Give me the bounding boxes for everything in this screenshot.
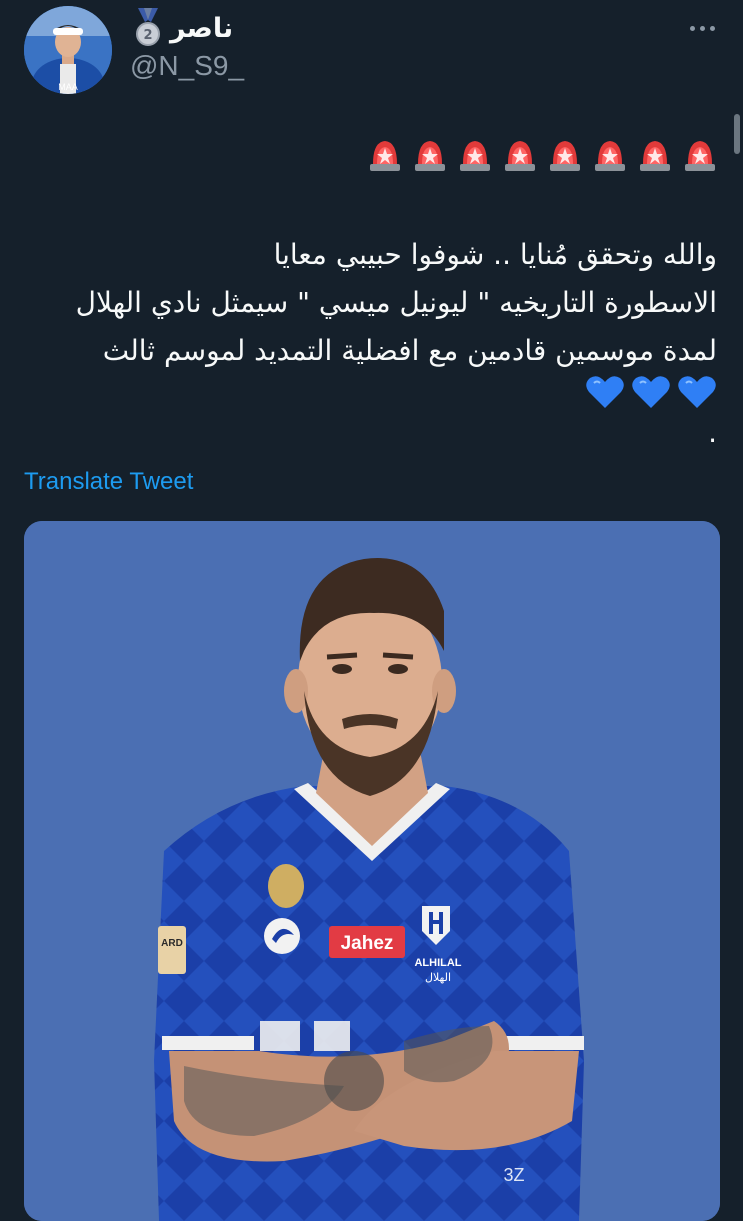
police-car-light-icon [593,134,627,187]
tweet-text: والله وتحقق مُنايا .. شوفوا حبيبي معايا … [17,135,717,449]
tweet: MAA 2 ناصر @N_S9_ والله وتحقق مُنايا .. … [0,0,743,1221]
author-handle[interactable]: @N_S9_ [130,50,244,82]
police-car-light-icon [503,134,537,187]
2nd-place-medal-icon: 2 [136,8,160,46]
tweet-line-3: لمدة موسمين قادمين مع افضلية التمديد لمو… [102,334,717,367]
trailing-text: . [708,416,717,449]
hearts-row [17,375,717,423]
author-display-name[interactable]: ناصر [170,13,233,44]
blue-heart-icon [585,374,625,425]
tweet-line-2: الاسطورة التاريخيه " ليونيل ميسي " سيمثل… [75,286,717,319]
blue-heart-icon [631,374,671,425]
jersey-sponsor-text: Jahez [341,933,394,954]
jersey-club-name-en: ALHILAL [414,957,461,969]
police-car-light-icon [638,134,672,187]
tweet-line-1: والله وتحقق مُنايا .. شوفوا حبيبي معايا [273,238,717,271]
police-car-light-icon [413,134,447,187]
police-car-light-icon [458,134,492,187]
tweet-media-image[interactable]: Jahez ALHILAL الهلال ARD 3Z [24,521,720,1221]
jersey-club-name-ar: الهلال [425,971,451,984]
avatar[interactable]: MAA [24,6,112,94]
svg-text:MAA: MAA [58,82,78,92]
emoji-row [17,135,717,185]
author-name-row: 2 ناصر [134,8,233,48]
police-car-light-icon [683,134,717,187]
jersey-number-label: 3Z [503,1165,524,1185]
scrollbar[interactable] [734,114,740,154]
police-car-light-icon [368,134,402,187]
police-car-light-icon [548,134,582,187]
svg-text:2: 2 [143,28,152,43]
translate-tweet-link[interactable]: Translate Tweet [24,468,193,496]
more-options-icon[interactable] [690,26,715,31]
jersey-side-patch-text: ARD [161,938,183,949]
